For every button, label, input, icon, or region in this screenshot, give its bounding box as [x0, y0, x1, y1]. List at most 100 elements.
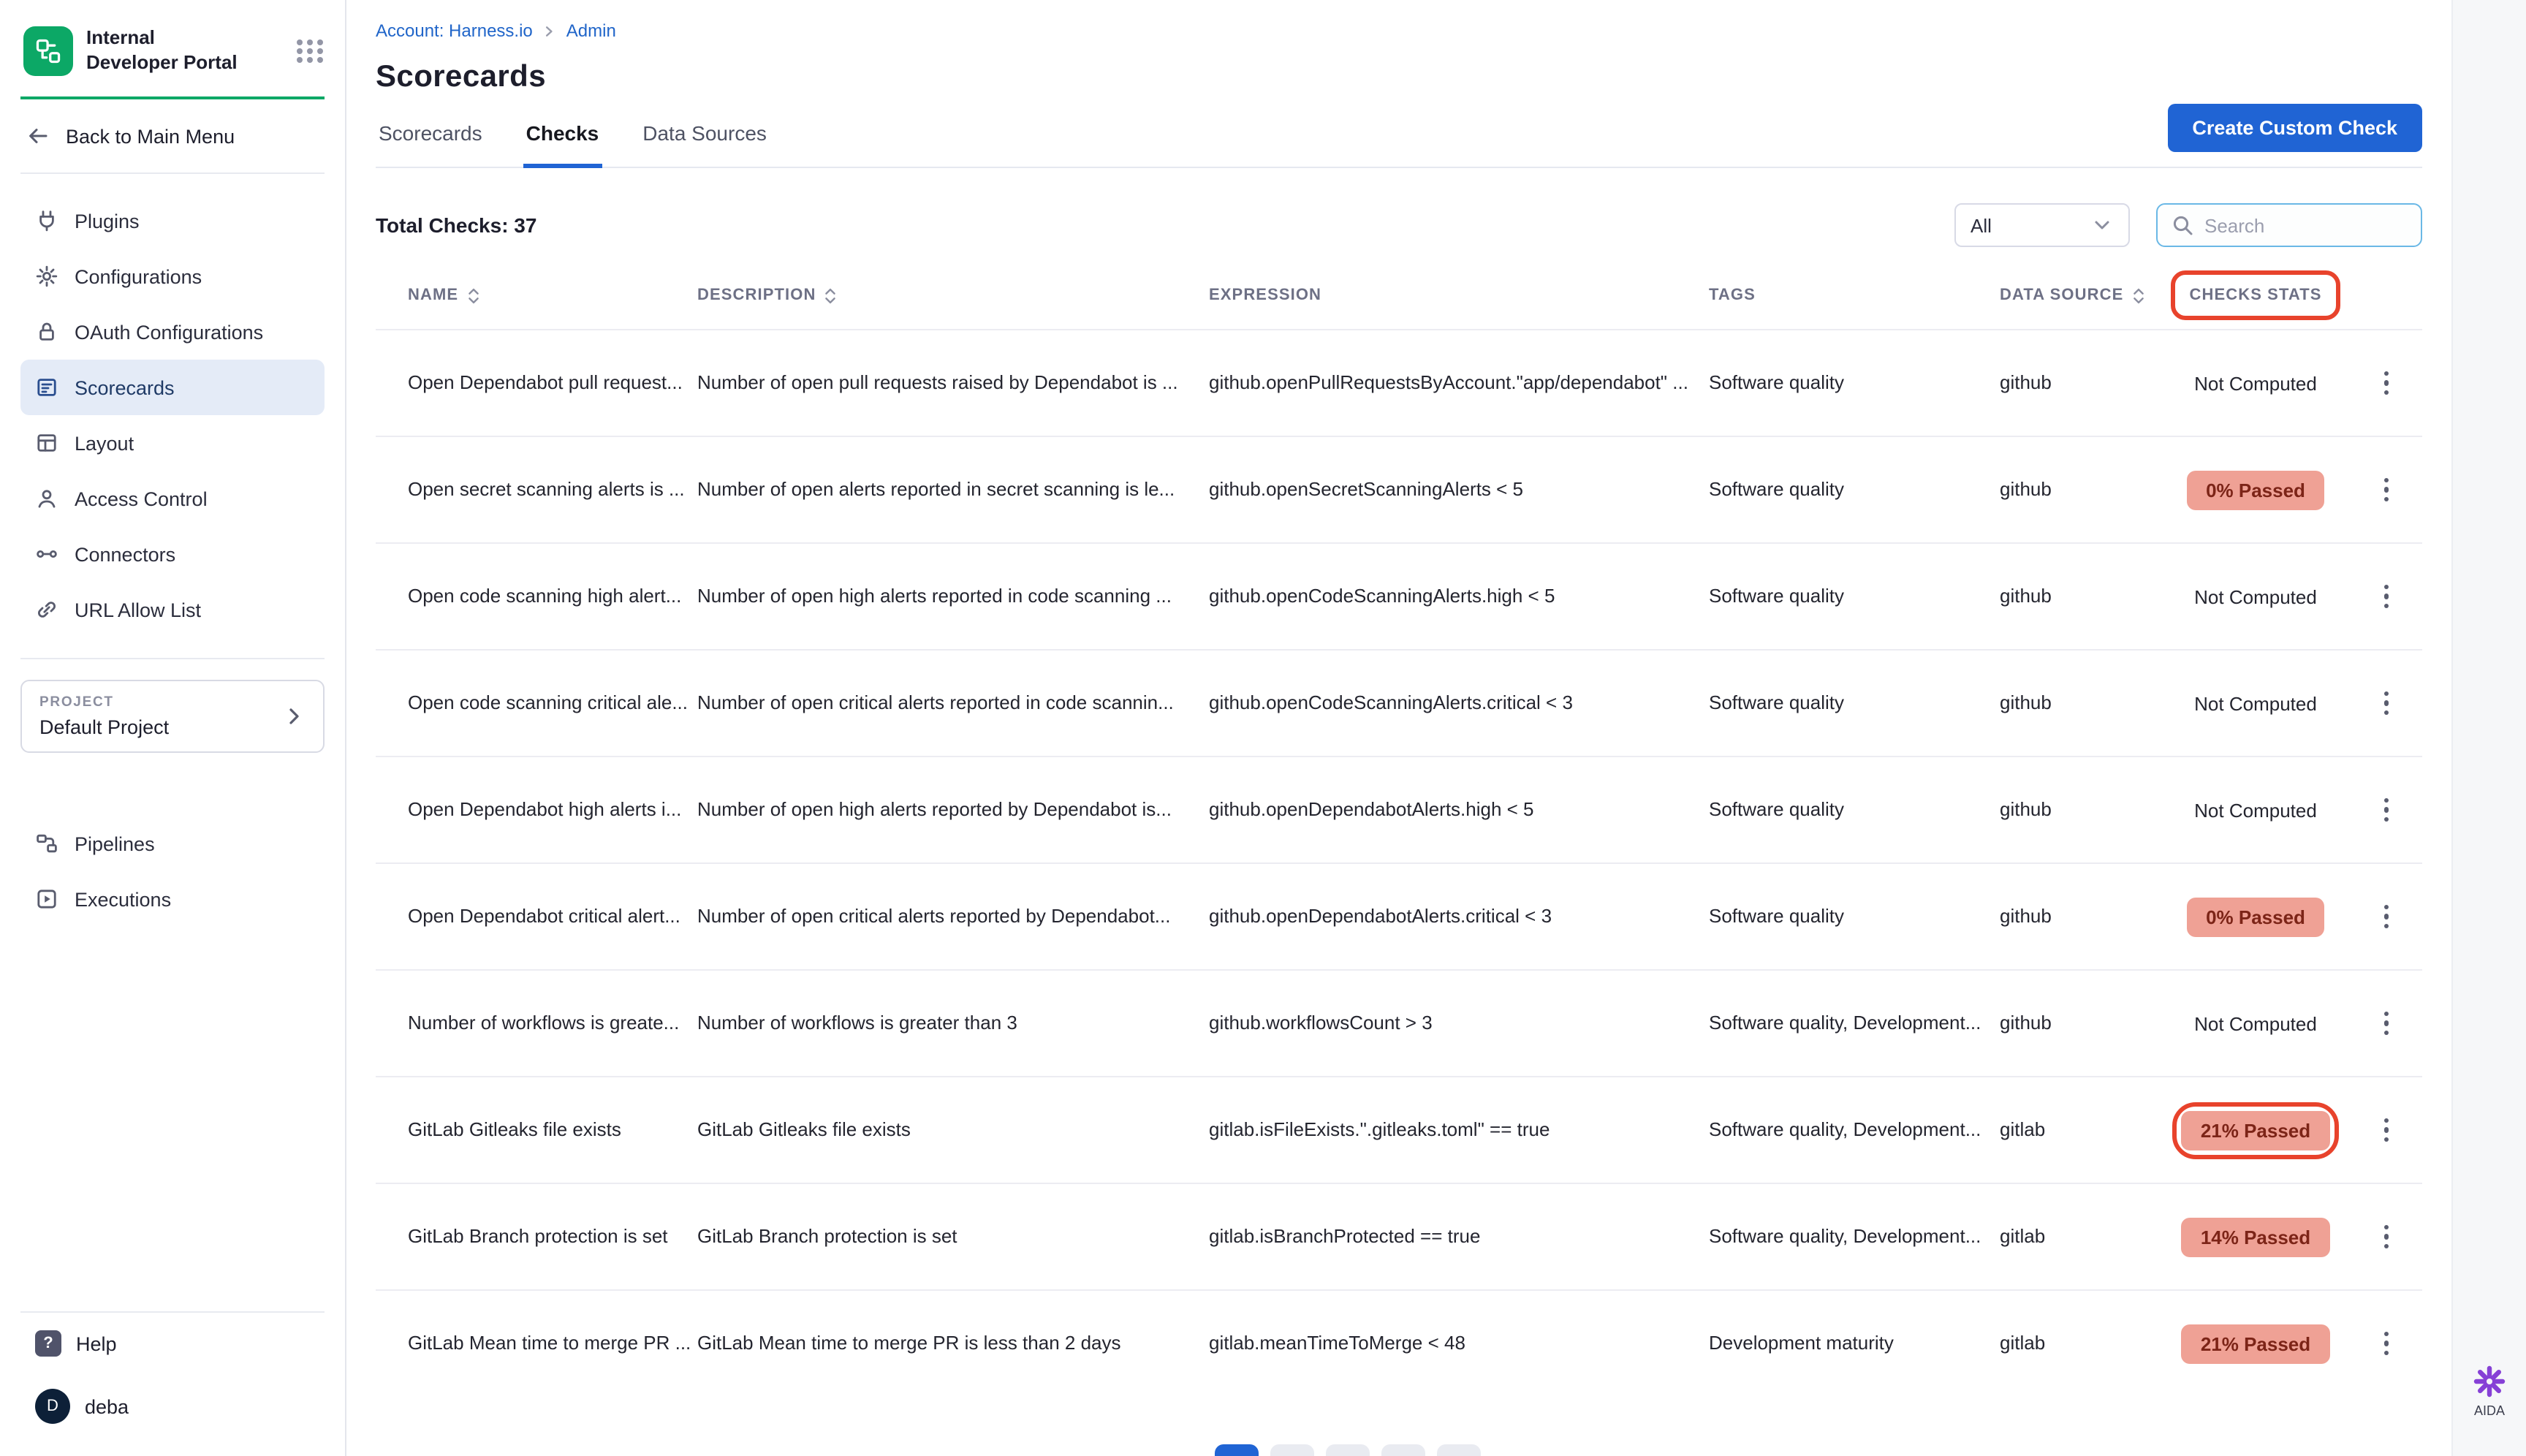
tab-data-sources[interactable]: Data Sources: [640, 101, 770, 168]
stats-text: Not Computed: [2194, 585, 2317, 607]
stats-badge: 0% Passed: [2187, 470, 2324, 509]
column-label: DATA SOURCE: [2000, 287, 2123, 304]
check-description: Number of open critical alerts reported …: [697, 690, 1209, 716]
sidebar-item-layout[interactable]: Layout: [20, 415, 325, 471]
check-stats: Not Computed: [2161, 692, 2351, 714]
column-label: NAME: [408, 287, 458, 304]
page-button[interactable]: 2: [1270, 1444, 1314, 1456]
table-header: NAMEDESCRIPTIONEXPRESSIONTAGSDATA SOURCE…: [376, 262, 2422, 329]
tab-scorecards[interactable]: Scorecards: [376, 101, 485, 168]
kebab-menu-icon[interactable]: [2369, 1326, 2404, 1361]
breadcrumb-link[interactable]: Account: Harness.io: [376, 20, 533, 41]
back-to-main-menu[interactable]: Back to Main Menu: [0, 99, 345, 172]
check-tags: Software quality: [1709, 583, 2000, 609]
kebab-menu-icon[interactable]: [2369, 1219, 2404, 1254]
sidebar-item-pipelines[interactable]: Pipelines: [20, 816, 325, 871]
kebab-menu-icon[interactable]: [2369, 899, 2404, 934]
column-label: CHECKS STATS: [2189, 287, 2321, 304]
row-actions: [2351, 1006, 2422, 1041]
check-description: Number of open high alerts reported in c…: [697, 583, 1209, 609]
help-label: Help: [76, 1332, 117, 1354]
sidebar-item-oauth-configurations[interactable]: OAuth Configurations: [20, 304, 325, 360]
annotation-highlight: 21% Passed: [2173, 1102, 2338, 1159]
table-body: Open Dependabot pull request...Number of…: [376, 329, 2422, 1396]
check-description: GitLab Branch protection is set: [697, 1224, 1209, 1249]
aida-flower-icon: [2473, 1365, 2506, 1398]
sidebar-item-label: Executions: [75, 888, 171, 910]
kebab-menu-icon[interactable]: [2369, 365, 2404, 401]
page-button[interactable]: 3: [1326, 1444, 1370, 1456]
stats-text: Not Computed: [2194, 799, 2317, 821]
row-actions: [2351, 792, 2422, 827]
sidebar-item-executions[interactable]: Executions: [20, 871, 325, 927]
check-data-source: github: [2000, 1010, 2161, 1036]
project-name: Default Project: [39, 716, 169, 738]
stats-badge: 14% Passed: [2182, 1217, 2329, 1256]
help-button[interactable]: ? Help: [0, 1313, 345, 1374]
create-custom-check-button[interactable]: Create Custom Check: [2167, 104, 2422, 152]
check-name: Open Dependabot critical alert...: [376, 903, 697, 929]
check-tags: Software quality: [1709, 797, 2000, 822]
stats-badge: 0% Passed: [2187, 897, 2324, 936]
connector-icon: [35, 542, 58, 566]
sort-icon[interactable]: [466, 286, 480, 305]
help-icon: ?: [35, 1330, 61, 1357]
sidebar-item-scorecards[interactable]: Scorecards: [20, 360, 325, 415]
check-data-source: github: [2000, 370, 2161, 395]
pagination: 12345: [1215, 1444, 1481, 1456]
kebab-menu-icon[interactable]: [2369, 1006, 2404, 1041]
check-name: GitLab Mean time to merge PR ...: [376, 1330, 697, 1356]
page-button[interactable]: 5: [1437, 1444, 1481, 1456]
kebab-menu-icon[interactable]: [2369, 472, 2404, 507]
check-description: GitLab Gitleaks file exists: [697, 1117, 1209, 1142]
check-tags: Software quality: [1709, 370, 2000, 395]
check-name: Open secret scanning alerts is ...: [376, 477, 697, 502]
check-name: Open Dependabot high alerts i...: [376, 797, 697, 822]
layout-icon: [35, 431, 58, 455]
check-description: Number of open alerts reported in secret…: [697, 477, 1209, 502]
breadcrumb: Account: Harness.io Admin: [376, 20, 2422, 41]
project-selector[interactable]: PROJECT Default Project: [20, 680, 325, 753]
sidebar-item-access-control[interactable]: Access Control: [20, 471, 325, 526]
check-stats: Not Computed: [2161, 372, 2351, 394]
filter-dropdown[interactable]: All: [1954, 203, 2130, 247]
execution-icon: [35, 887, 58, 911]
sidebar-item-connectors[interactable]: Connectors: [20, 526, 325, 582]
column-header-name: NAME: [376, 286, 697, 305]
aida-label: AIDA: [2474, 1403, 2505, 1418]
sort-icon[interactable]: [823, 286, 838, 305]
aida-widget[interactable]: AIDA: [2473, 1365, 2506, 1418]
search-input[interactable]: [2204, 214, 2408, 236]
check-tags: Software quality, Development...: [1709, 1224, 2000, 1249]
kebab-menu-icon[interactable]: [2369, 579, 2404, 614]
breadcrumb-chevron-icon: [543, 24, 556, 37]
table-row: Open Dependabot pull request...Number of…: [376, 329, 2422, 436]
kebab-menu-icon[interactable]: [2369, 1112, 2404, 1148]
check-description: Number of open critical alerts reported …: [697, 903, 1209, 929]
back-label: Back to Main Menu: [66, 125, 235, 147]
kebab-menu-icon[interactable]: [2369, 686, 2404, 721]
sidebar-item-configurations[interactable]: Configurations: [20, 249, 325, 304]
table-row: Open Dependabot high alerts i...Number o…: [376, 756, 2422, 862]
sidebar-item-plugins[interactable]: Plugins: [20, 193, 325, 249]
breadcrumb-link[interactable]: Admin: [566, 20, 616, 41]
sidebar-item-url-allow-list[interactable]: URL Allow List: [20, 582, 325, 637]
check-expression: github.openDependabotAlerts.critical < 3: [1209, 903, 1709, 929]
page-button[interactable]: 1: [1215, 1444, 1259, 1456]
user-menu[interactable]: D deba: [0, 1374, 345, 1456]
check-expression: github.workflowsCount > 3: [1209, 1010, 1709, 1036]
sort-icon[interactable]: [2131, 286, 2145, 305]
page-button[interactable]: 4: [1381, 1444, 1425, 1456]
row-actions: [2351, 365, 2422, 401]
project-label: PROJECT: [39, 694, 169, 710]
tab-checks[interactable]: Checks: [523, 101, 602, 168]
avatar: D: [35, 1389, 70, 1424]
total-checks-count: Total Checks: 37: [376, 213, 536, 237]
right-gutter: AIDA: [2451, 0, 2526, 1456]
check-name: GitLab Branch protection is set: [376, 1224, 697, 1249]
stats-text: Not Computed: [2194, 692, 2317, 714]
kebab-menu-icon[interactable]: [2369, 792, 2404, 827]
app-grid-icon[interactable]: [297, 39, 325, 63]
sidebar-item-label: Layout: [75, 432, 134, 454]
check-data-source: gitlab: [2000, 1330, 2161, 1356]
